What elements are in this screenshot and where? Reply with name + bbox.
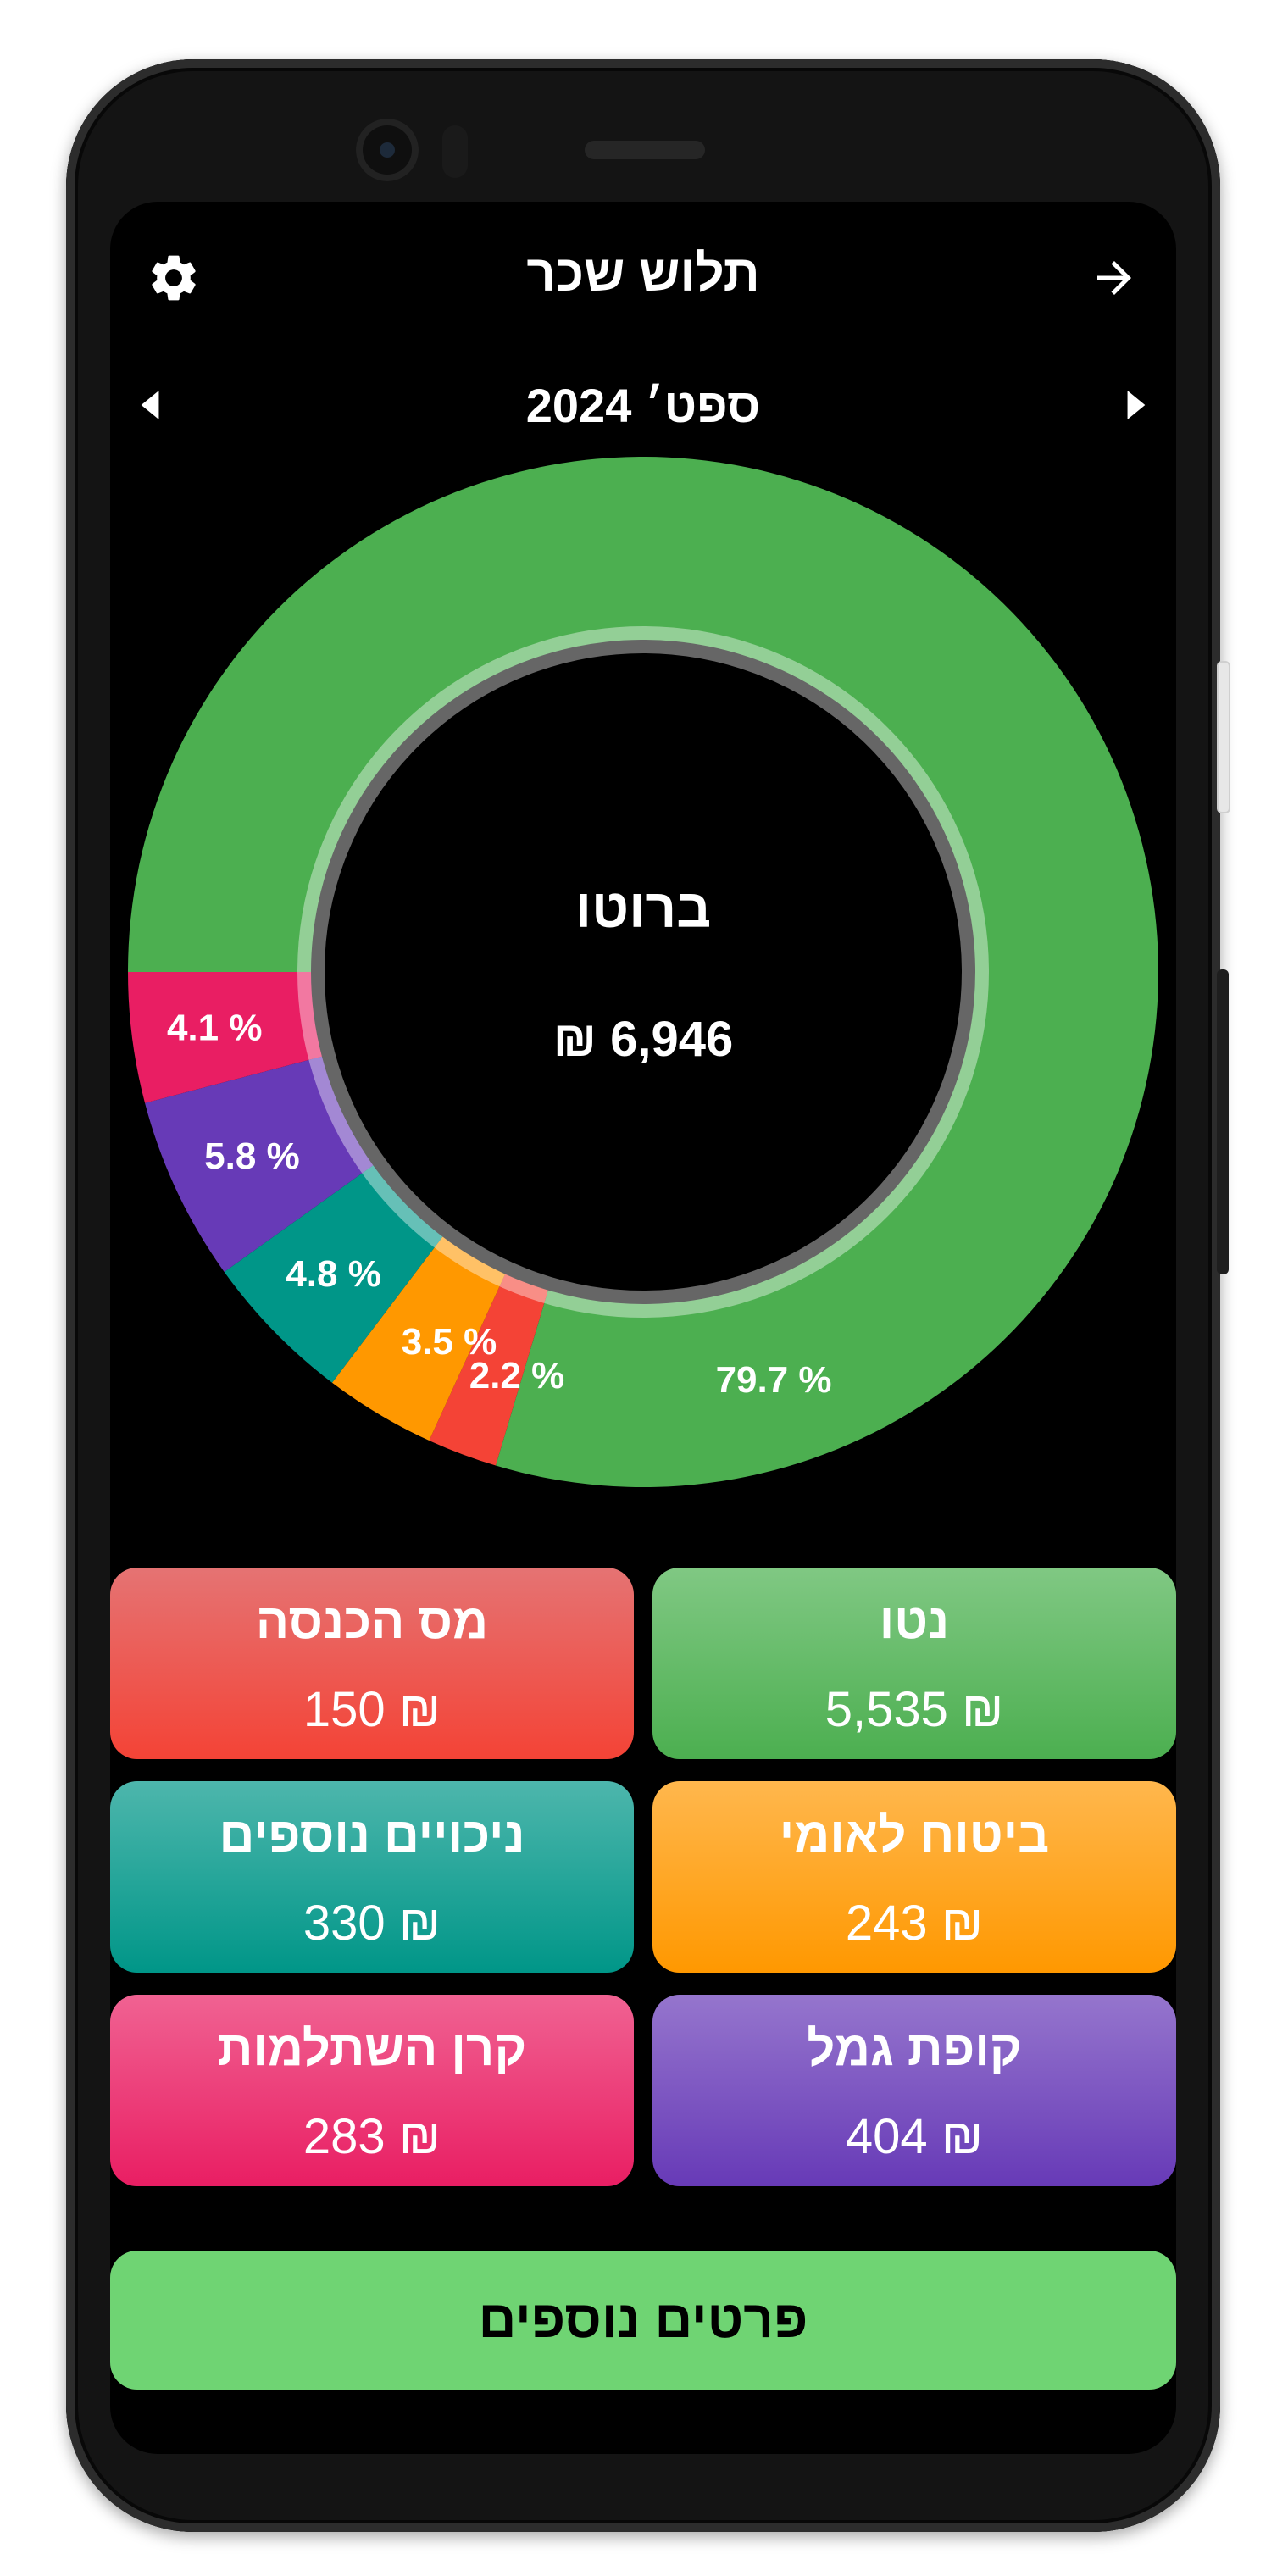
chart-center-title: ברוטו xyxy=(575,878,712,939)
side-button-top xyxy=(1217,661,1230,813)
card-label: נטו xyxy=(879,1594,950,1649)
chart-label-provident_fund: 5.8 % xyxy=(204,1135,300,1177)
side-button-bottom xyxy=(1217,969,1229,1274)
card-label: ניכויים נוספים xyxy=(219,1807,525,1863)
chart-label-study_fund: 4.1 % xyxy=(167,1007,263,1048)
arrow-right-icon xyxy=(1097,261,1131,295)
front-camera xyxy=(356,119,419,181)
back-button[interactable] xyxy=(1076,240,1152,316)
card-national_insurance[interactable]: ביטוח לאומי ₪ 243 xyxy=(652,1781,1176,1973)
donut-chart: 79.7 %2.2 %3.5 %4.8 %5.8 %4.1 % ברוטו ₪ … xyxy=(128,456,1158,1487)
card-label: ביטוח לאומי xyxy=(779,1807,1050,1863)
chart-inner-ring xyxy=(297,626,989,1318)
app-screen: תלוש שכר ספט׳ 2024 79.7 % 2.2 % 3.5 % 4.8 %… xyxy=(110,202,1176,2454)
card-provident_fund[interactable]: קופת גמל ₪ 404 xyxy=(652,1995,1176,2186)
card-value: ₪ 283 xyxy=(303,2109,441,2164)
chart-label-national_insurance: 3.5 % xyxy=(402,1321,497,1363)
card-income_tax[interactable]: מס הכנסה ₪ 150 xyxy=(110,1568,634,1759)
triangle-right-icon xyxy=(1127,391,1146,419)
chart-label-extra_deductions: 4.8 % xyxy=(286,1253,381,1295)
sensor xyxy=(442,125,468,178)
card-label: קופת גמל xyxy=(807,2021,1022,2076)
earpiece-speaker xyxy=(585,141,705,159)
next-period-button[interactable] xyxy=(1110,380,1161,430)
card-label: קרן השתלמות xyxy=(217,2021,527,2076)
card-value: ₪ 243 xyxy=(845,1896,984,1951)
card-value: ₪ 5,535 xyxy=(824,1682,1004,1737)
card-value: ₪ 150 xyxy=(303,1682,441,1737)
top-bar: תלוש שכר xyxy=(110,202,1176,354)
card-value: ₪ 404 xyxy=(845,2109,984,2164)
card-value: ₪ 330 xyxy=(303,1896,441,1951)
card-study_fund[interactable]: קרן השתלמות ₪ 283 xyxy=(110,1995,634,2186)
more-details-button[interactable]: פרטים נוספים xyxy=(110,2251,1176,2390)
card-extra_deductions[interactable]: ניכויים נוספים ₪ 330 xyxy=(110,1781,634,1973)
chart-label-net: 79.7 % xyxy=(716,1359,832,1401)
page-title: תלוש שכר xyxy=(526,245,760,302)
period-selector: ספט׳ 2024 xyxy=(110,363,1176,447)
chart-slices xyxy=(128,456,1158,1487)
chart-center-value: ₪ 6,946 xyxy=(553,1012,734,1067)
period-label: ספט׳ 2024 xyxy=(525,379,761,432)
card-net[interactable]: נטו ₪ 5,535 xyxy=(652,1568,1176,1759)
card-label: מס הכנסה xyxy=(255,1594,489,1649)
